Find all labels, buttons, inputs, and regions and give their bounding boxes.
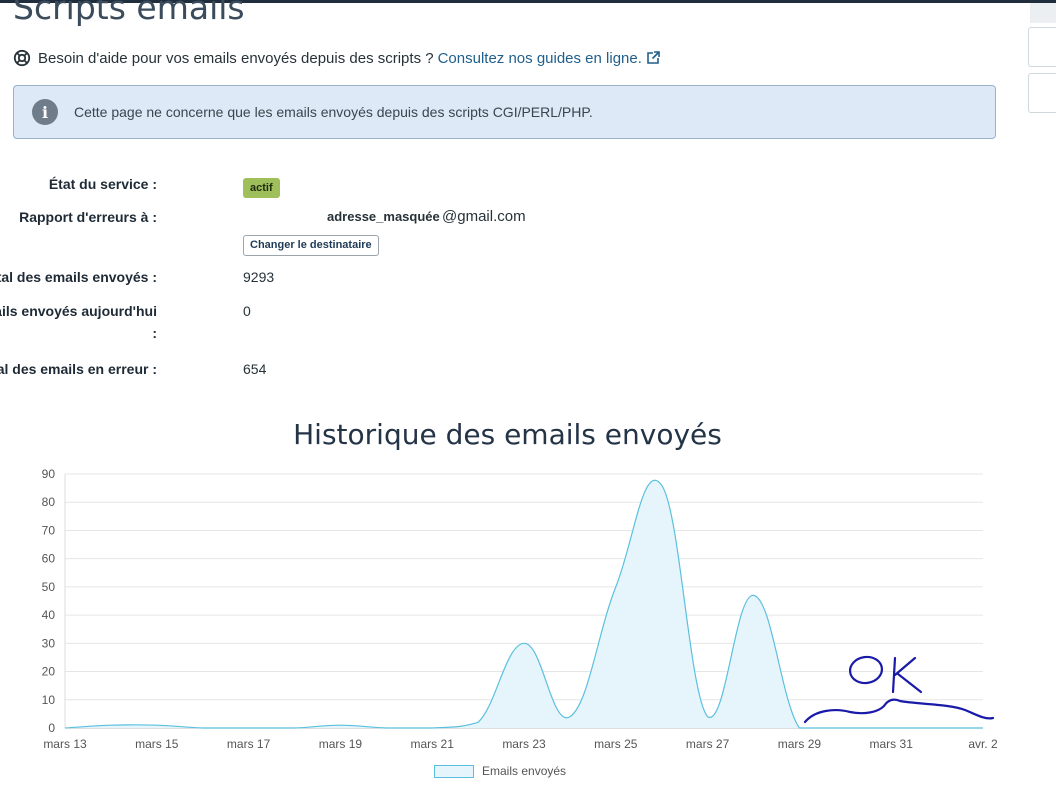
y-tick-label: 30 xyxy=(42,636,56,650)
side-panel-button-2[interactable] xyxy=(1028,73,1056,113)
chart-legend[interactable]: Emails envoyés xyxy=(434,764,566,778)
report-label: Rapport d'erreurs à : xyxy=(19,209,157,225)
y-tick-label: 60 xyxy=(42,552,56,566)
legend-label: Emails envoyés xyxy=(482,764,567,778)
x-tick-label: mars 31 xyxy=(870,737,914,751)
y-tick-label: 20 xyxy=(42,665,56,679)
series-area xyxy=(65,480,983,728)
x-tick-label: avr. 2 xyxy=(968,737,998,751)
emails-history-chart: 0 10 20 30 40 50 60 70 80 90 mars 13 mars 15 mars 17… xyxy=(42,467,998,751)
y-tick-label: 50 xyxy=(42,580,56,594)
x-tick-label: mars 25 xyxy=(594,737,638,751)
x-tick-label: mars 21 xyxy=(411,737,455,751)
today-label-line1: Emails envoyés aujourd'hui xyxy=(0,303,157,319)
errors-label: Total des emails en erreur : xyxy=(0,361,157,377)
y-tick-label: 0 xyxy=(48,721,55,735)
right-rail xyxy=(1030,3,1056,23)
handwritten-letter-o xyxy=(848,655,884,685)
status-value: actif xyxy=(243,175,280,198)
lifebuoy-icon xyxy=(13,49,31,67)
legend-swatch xyxy=(434,764,474,778)
side-panel-button-1[interactable] xyxy=(1028,27,1056,67)
y-tick-label: 10 xyxy=(42,693,56,707)
report-email-name: adresse_masquée xyxy=(327,209,440,224)
x-tick-label: mars 15 xyxy=(135,737,179,751)
x-tick-label: mars 17 xyxy=(227,737,271,751)
x-tick-label: mars 27 xyxy=(686,737,730,751)
chart-title: Historique des emails envoyés xyxy=(293,418,722,451)
help-text: Besoin d'aide pour vos emails envoyés de… xyxy=(38,49,434,67)
y-tick-label: 70 xyxy=(42,523,56,537)
status-label: État du service : xyxy=(48,176,157,192)
change-recipient-button[interactable]: Changer le destinataire xyxy=(243,235,379,256)
x-tick-label: mars 19 xyxy=(319,737,363,751)
today-label: Emails envoyés aujourd'hui : xyxy=(0,300,157,344)
total-value: 9293 xyxy=(243,269,275,285)
x-tick-label: mars 29 xyxy=(778,737,822,751)
help-row: Besoin d'aide pour vos emails envoyés de… xyxy=(13,49,660,67)
info-icon: i xyxy=(32,99,58,125)
handwritten-letter-k xyxy=(891,656,923,694)
y-tick-label: 80 xyxy=(42,495,56,509)
report-email-domain: @gmail.com xyxy=(442,208,526,225)
handwritten-underline xyxy=(803,698,995,724)
guides-link[interactable]: Consultez nos guides en ligne. xyxy=(438,50,642,67)
y-tick-label: 40 xyxy=(42,608,56,622)
x-tick-label: mars 13 xyxy=(43,737,87,751)
status-badge: actif xyxy=(243,178,280,198)
page-title: Scripts emails xyxy=(13,0,245,27)
total-label: Total des emails envoyés : xyxy=(0,269,157,285)
external-link-icon[interactable] xyxy=(646,51,660,65)
today-label-line2: : xyxy=(152,325,157,341)
info-text: Cette page ne concerne que les emails en… xyxy=(74,104,593,120)
x-tick-label: mars 23 xyxy=(502,737,546,751)
y-tick-label: 90 xyxy=(42,467,56,481)
today-value: 0 xyxy=(243,303,251,319)
errors-value: 654 xyxy=(243,361,267,377)
info-alert: i Cette page ne concerne que les emails … xyxy=(13,85,996,139)
